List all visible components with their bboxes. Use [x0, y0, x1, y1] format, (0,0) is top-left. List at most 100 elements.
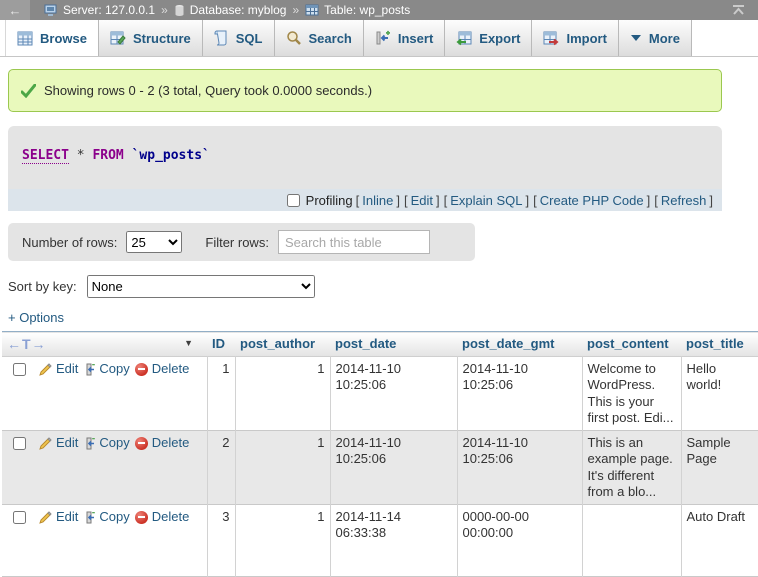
tab-more[interactable]: More: [619, 20, 692, 56]
back-button[interactable]: ←: [0, 0, 30, 20]
copy-icon: [83, 363, 95, 376]
collapse-console-button[interactable]: [731, 4, 746, 16]
cell-post-title: Auto Draft: [681, 505, 758, 577]
number-of-rows-select[interactable]: 25: [126, 231, 182, 253]
row-edit-link[interactable]: Edit: [39, 361, 78, 377]
row-copy-link[interactable]: Copy: [83, 361, 129, 377]
delete-icon: [135, 437, 148, 450]
chevron-down-icon: [630, 34, 642, 42]
edit-query-link[interactable]: Edit: [411, 193, 433, 208]
breadcrumb: Server: 127.0.0.1 » Database: myblog » T…: [44, 3, 410, 17]
tab-insert[interactable]: Insert: [364, 20, 445, 56]
options-toggle-link[interactable]: + Options: [8, 310, 64, 325]
bracket: ]: [708, 193, 714, 208]
breadcrumb-separator: »: [292, 3, 299, 17]
column-header-post-author[interactable]: post_author: [235, 332, 330, 357]
row-delete-link[interactable]: Delete: [135, 435, 190, 451]
cell-id: 1: [207, 357, 235, 431]
pencil-icon: [39, 511, 52, 524]
row-delete-link[interactable]: Delete: [135, 361, 190, 377]
import-icon: [543, 31, 559, 46]
tab-structure[interactable]: Structure: [99, 20, 203, 56]
sql-keyword-from: FROM: [92, 148, 123, 163]
breadcrumb-table[interactable]: Table: wp_posts: [305, 3, 410, 17]
row-edit-label: Edit: [56, 361, 78, 377]
row-copy-label: Copy: [99, 435, 129, 451]
breadcrumb-server[interactable]: Server: 127.0.0.1: [44, 3, 155, 17]
row-copy-link[interactable]: Copy: [83, 509, 129, 525]
insert-icon: [375, 30, 391, 46]
cell-post-author: 1: [235, 505, 330, 577]
row-select-checkbox[interactable]: [13, 363, 26, 376]
row-select-checkbox[interactable]: [13, 437, 26, 450]
tab-export[interactable]: Export: [445, 20, 532, 56]
tab-sql[interactable]: SQL: [203, 20, 275, 56]
breadcrumb-database[interactable]: Database: myblog: [174, 3, 287, 17]
sql-query-box: SELECT * FROM `wp_posts` Profiling [ Inl…: [8, 126, 722, 211]
cell-post-date-gmt: 0000-00-00 00:00:00: [457, 505, 582, 577]
row-select-checkbox[interactable]: [13, 511, 26, 524]
tab-browse[interactable]: Browse: [5, 20, 99, 56]
row-edit-link[interactable]: Edit: [39, 509, 78, 525]
database-icon: [174, 4, 185, 17]
filter-rows-label: Filter rows:: [205, 235, 269, 250]
collapse-up-icon: [731, 4, 746, 16]
column-header-post-content[interactable]: post_content: [582, 332, 681, 357]
structure-icon: [110, 31, 126, 46]
breadcrumb-database-label: Database: myblog: [190, 3, 287, 17]
server-icon: [44, 4, 58, 17]
result-controls-bar: Number of rows: 25 Filter rows:: [8, 223, 475, 261]
cell-post-content: [582, 505, 681, 577]
breadcrumb-table-label: Table: wp_posts: [324, 3, 410, 17]
sql-scroll-icon: [214, 30, 229, 46]
browse-table-icon: [17, 31, 33, 46]
breadcrumb-separator: »: [161, 3, 168, 17]
sql-table-identifier: `wp_posts`: [132, 148, 210, 163]
bracket: [: [653, 193, 659, 208]
bracket: [: [532, 193, 538, 208]
results-header-row: ←T→ ▼ ID post_author post_date post_date…: [2, 332, 758, 357]
row-copy-label: Copy: [99, 361, 129, 377]
bracket: [: [355, 193, 361, 208]
column-header-id[interactable]: ID: [207, 332, 235, 357]
row-copy-label: Copy: [99, 509, 129, 525]
bracket: ]: [646, 193, 652, 208]
copy-icon: [83, 437, 95, 450]
row-copy-link[interactable]: Copy: [83, 435, 129, 451]
explain-sql-link[interactable]: Explain SQL: [450, 193, 522, 208]
cell-id: 3: [207, 505, 235, 577]
profiling-checkbox[interactable]: [287, 194, 300, 207]
tab-import-label: Import: [566, 31, 606, 46]
success-check-icon: [21, 84, 36, 98]
row-delete-link[interactable]: Delete: [135, 509, 190, 525]
tab-search[interactable]: Search: [275, 20, 364, 56]
tab-export-label: Export: [479, 31, 520, 46]
create-php-code-link[interactable]: Create PHP Code: [540, 193, 644, 208]
status-message-text: Showing rows 0 - 2 (3 total, Query took …: [44, 83, 372, 98]
breadcrumb-server-label: Server: 127.0.0.1: [63, 3, 155, 17]
refresh-link[interactable]: Refresh: [661, 193, 707, 208]
column-header-post-title[interactable]: post_title: [681, 332, 758, 357]
column-header-post-date-gmt[interactable]: post_date_gmt: [457, 332, 582, 357]
sql-query-toolbar: Profiling [ Inline ] [ Edit ] [ Explain …: [8, 189, 722, 211]
back-arrow-icon: ←: [9, 3, 22, 18]
row-edit-label: Edit: [56, 435, 78, 451]
row-delete-label: Delete: [152, 361, 190, 377]
breadcrumb-bar: ← Server: 127.0.0.1 » Database: myblog »…: [0, 0, 758, 20]
column-header-post-date[interactable]: post_date: [330, 332, 457, 357]
filter-rows-input[interactable]: [278, 230, 430, 254]
actions-menu-arrow-icon[interactable]: ▼: [184, 338, 193, 348]
sql-keyword-select[interactable]: SELECT: [22, 148, 69, 164]
results-table: ←T→ ▼ ID post_author post_date post_date…: [2, 331, 758, 577]
bracket: [: [403, 193, 409, 208]
tab-sql-label: SQL: [236, 31, 263, 46]
row-edit-link[interactable]: Edit: [39, 435, 78, 451]
status-message: Showing rows 0 - 2 (3 total, Query took …: [8, 69, 722, 112]
sort-by-key-select[interactable]: None: [87, 275, 315, 298]
table-icon: [305, 4, 319, 16]
inline-link[interactable]: Inline: [362, 193, 393, 208]
tab-import[interactable]: Import: [532, 20, 618, 56]
transpose-control[interactable]: ←T→: [7, 336, 47, 352]
tab-insert-label: Insert: [398, 31, 433, 46]
transpose-header-cell: ←T→ ▼: [2, 332, 207, 357]
